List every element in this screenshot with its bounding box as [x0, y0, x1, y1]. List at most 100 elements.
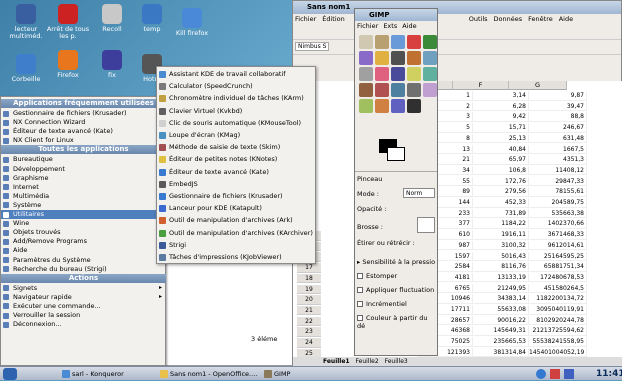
row-header[interactable]: 22 — [297, 316, 321, 327]
submenu-item-editeur-de-texte-avance-kate[interactable]: Éditeur de texte avancé (Kate) — [157, 167, 316, 178]
cell[interactable]: 3095040119,91 — [529, 305, 587, 315]
menu-item-objets-trouves[interactable]: Objets trouvés▸ — [1, 228, 166, 237]
gimp-tool-23-icon[interactable] — [407, 99, 421, 113]
menu-item-verrouiller-la-session[interactable]: Verrouiller la session — [1, 311, 166, 320]
submenu-item-clavier-virtuel-kvkbd[interactable]: Clavier Virtuel (Kvkbd) — [157, 106, 316, 117]
submenu-item-lanceur-pour-kde-katapult[interactable]: Lanceur pour KDE (Katapult) — [157, 203, 316, 214]
menu-item-developpement[interactable]: Développement▸ — [1, 165, 166, 174]
desktop-icon-firefox[interactable]: Firefox — [46, 50, 90, 79]
cell[interactable]: 145401004052,19 — [529, 347, 587, 358]
font-name-box[interactable]: Nimbus S — [295, 42, 330, 51]
menu-item-systeme[interactable]: Système▸ — [1, 201, 166, 210]
cell[interactable]: 11408,12 — [529, 165, 587, 176]
background-color[interactable] — [387, 147, 405, 161]
task-konqueror[interactable]: sarl - Konqueror — [60, 368, 124, 380]
cell[interactable]: 106,8 — [473, 165, 529, 176]
cell[interactable]: 731,89 — [473, 208, 529, 219]
gimp-tool-21-icon[interactable] — [375, 99, 389, 113]
cell[interactable]: 204589,75 — [529, 198, 587, 208]
gimp-tool-5-icon[interactable] — [359, 51, 373, 65]
gimp-tool-14-icon[interactable] — [423, 67, 437, 81]
row-header[interactable]: 24 — [297, 338, 321, 348]
tab-feuille2[interactable]: Feuille2 — [356, 358, 379, 365]
cell[interactable]: 452,33 — [473, 198, 529, 208]
column-header-f[interactable]: G — [509, 81, 567, 90]
cell[interactable]: 535663,38 — [529, 208, 587, 219]
cell[interactable]: 145649,31 — [473, 326, 529, 336]
gradient-checkbox[interactable]: Couleur à partir du dé — [357, 314, 437, 330]
calc-menu-edition[interactable]: Édition — [322, 15, 345, 23]
cell[interactable]: 3,14 — [473, 91, 529, 101]
gimp-menu-fichier[interactable]: Fichier — [357, 22, 378, 30]
cell[interactable]: 9612014,61 — [529, 240, 587, 251]
cell[interactable]: 8116,76 — [473, 262, 529, 272]
task-gimp[interactable]: GIMP — [262, 368, 290, 380]
cell[interactable]: 65,97 — [473, 155, 529, 165]
cell[interactable]: 65881751,34 — [529, 262, 587, 272]
cell[interactable]: 90016,22 — [473, 315, 529, 326]
desktop-icon-corbeille[interactable]: Corbeille — [4, 54, 48, 83]
cell[interactable]: 3671468,33 — [529, 230, 587, 240]
mode-select[interactable]: Norm — [403, 188, 435, 198]
submenu-item-editeur-de-petites-notes-knotes[interactable]: Éditeur de petites notes (KNotes) — [157, 154, 316, 165]
menu-item-utilitaires[interactable]: Utilitaires▸ — [1, 210, 166, 219]
menu-item-nx-connection-wizard[interactable]: NX Connection Wizard — [1, 118, 166, 127]
row-header[interactable]: 17 — [297, 263, 321, 273]
gimp-tool-10-icon[interactable] — [359, 67, 373, 81]
menu-item-aide[interactable]: Aide — [1, 246, 166, 255]
cell[interactable]: 55633,08 — [473, 305, 529, 315]
column-header-e[interactable]: F — [453, 81, 509, 90]
row-header[interactable]: 19 — [297, 284, 321, 294]
menu-item-wine[interactable]: Wine▸ — [1, 219, 166, 228]
menu-item-parametres-du-systeme[interactable]: Paramètres du Système — [1, 256, 166, 265]
cell[interactable]: 246,67 — [529, 123, 587, 133]
fade-checkbox[interactable]: Estomper — [357, 272, 397, 280]
calc-menu-outils[interactable]: Outils — [469, 15, 488, 23]
gimp-tool-13-icon[interactable] — [407, 67, 421, 81]
submenu-item-methode-de-saisie-de-texte-skim[interactable]: Méthode de saisie de texte (Skim) — [157, 142, 316, 153]
cell[interactable]: 40,84 — [473, 144, 529, 154]
gimp-tool-0-icon[interactable] — [359, 35, 373, 49]
cell[interactable]: 34383,14 — [473, 294, 529, 304]
calc-menu-fichier[interactable]: Fichier — [295, 15, 316, 23]
cell[interactable]: 4351,3 — [529, 155, 587, 165]
cell[interactable]: 631,48 — [529, 133, 587, 144]
cell[interactable]: 9,87 — [529, 91, 587, 101]
cell[interactable]: 39,47 — [529, 101, 587, 112]
submenu-item-gestionnaire-de-fichiers-krusader[interactable]: Gestionnaire de fichiers (Krusader) — [157, 191, 316, 202]
menu-item-nx-client-for-linux[interactable]: NX Client for Linux — [1, 136, 166, 145]
cell[interactable]: 172480678,53 — [529, 272, 587, 283]
row-header[interactable]: 18 — [297, 273, 321, 284]
cell[interactable]: 6,28 — [473, 101, 529, 112]
gimp-menu-aide[interactable]: Aide — [402, 22, 416, 30]
menu-item-bureautique[interactable]: Bureautique▸ — [1, 155, 166, 164]
cell[interactable]: 5016,43 — [473, 251, 529, 261]
jitter-checkbox[interactable]: Appliquer fluctuation — [357, 286, 434, 294]
submenu-item-calculator-speedcrunch[interactable]: Calculator (SpeedCrunch) — [157, 81, 316, 92]
menu-item-multimedia[interactable]: Multimédia▸ — [1, 192, 166, 201]
desktop-icon-lecteur-multimed[interactable]: lecteur multiméd. — [4, 4, 48, 40]
tray-network-icon[interactable] — [536, 369, 546, 379]
cell[interactable]: 25,13 — [473, 133, 529, 144]
gimp-tool-8-icon[interactable] — [407, 51, 421, 65]
tray-update-icon[interactable] — [550, 369, 560, 379]
gimp-tool-16-icon[interactable] — [375, 83, 389, 97]
task-openoffice[interactable]: Sans nom1 - OpenOffice.... — [158, 368, 257, 380]
cell[interactable]: 172,76 — [473, 176, 529, 187]
cell[interactable]: 451580264,5 — [529, 283, 587, 294]
menu-item-graphisme[interactable]: Graphisme▸ — [1, 174, 166, 183]
desktop-icon-arret-de-tous-les-p[interactable]: Arrêt de tous les p. — [46, 4, 90, 40]
cell[interactable]: 3100,32 — [473, 240, 529, 251]
gimp-tool-9-icon[interactable] — [423, 51, 437, 65]
submenu-item-outil-de-manipulation-d-archives-ark[interactable]: Outil de manipulation d'archives (Ark) — [157, 215, 316, 226]
menu-item-editeur-de-texte-avance-kate[interactable]: Éditeur de texte avancé (Kate) — [1, 127, 166, 136]
submenu-item-clic-de-souris-automatique-kmousetool[interactable]: Clic de souris automatique (KMouseTool) — [157, 118, 316, 129]
desktop-icon-recoll[interactable]: Recoll — [90, 4, 134, 33]
cell[interactable]: 78155,61 — [529, 187, 587, 197]
cell[interactable]: 1184,22 — [473, 219, 529, 229]
menu-item-deconnexion[interactable]: Déconnexion... — [1, 320, 166, 329]
row-header[interactable]: 23 — [297, 327, 321, 337]
cell[interactable]: 381314,84 — [473, 347, 529, 358]
submenu-item-outil-de-manipulation-d-archives-karchiver[interactable]: Outil de manipulation d'archives (KArchi… — [157, 228, 316, 239]
submenu-item-taches-d-impressions-kjobviewer[interactable]: Tâches d'impressions (KJobViewer) — [157, 252, 316, 263]
